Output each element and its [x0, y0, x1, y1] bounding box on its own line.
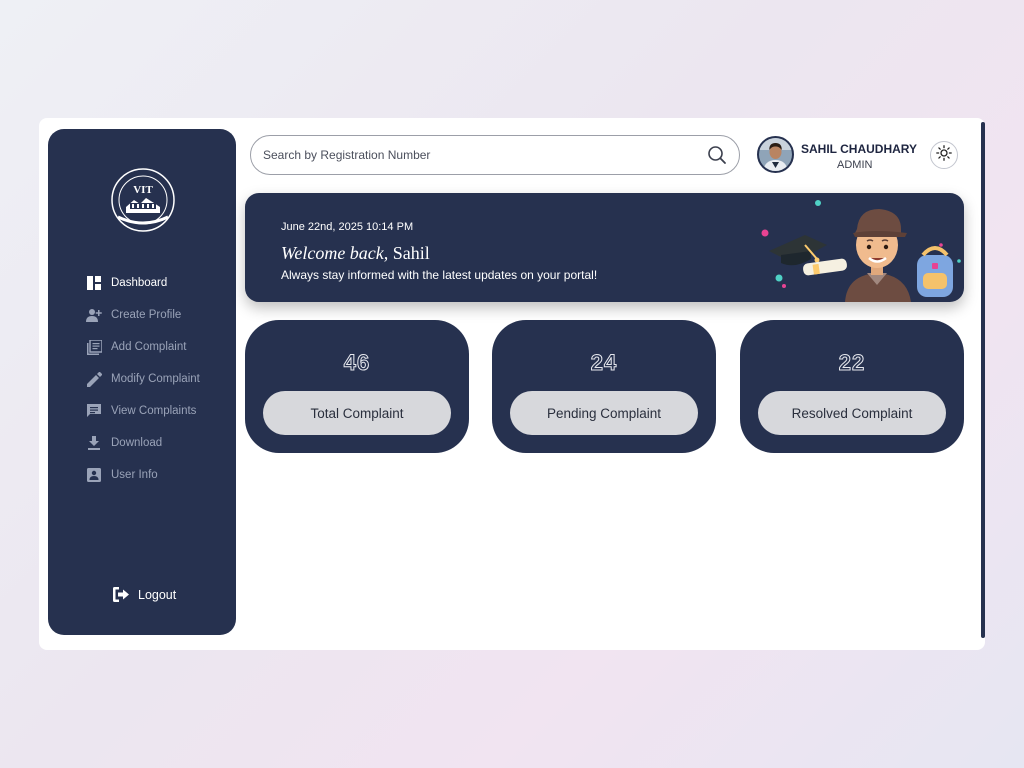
banner-subtitle: Always stay informed with the latest upd… [281, 268, 598, 282]
welcome-heading: Welcome back, Sahil [281, 243, 430, 264]
sidebar: VIT Dashboard Create Profile Add Complai… [48, 129, 236, 635]
message-icon [86, 403, 102, 419]
logout-icon [113, 587, 131, 603]
sidebar-item-label: Add Complaint [111, 341, 187, 353]
library-add-icon [86, 339, 102, 355]
welcome-prefix: Welcome back, [281, 243, 389, 263]
add-person-icon [86, 307, 102, 323]
sidebar-item-label: User Info [111, 469, 158, 481]
logo-text: VIT [133, 184, 153, 196]
user-name: SAHIL CHAUDHARY [801, 142, 918, 156]
scrollbar[interactable] [981, 122, 985, 638]
avatar[interactable] [757, 136, 794, 173]
sidebar-item-label: Download [111, 437, 163, 449]
pencil-icon [86, 371, 102, 387]
sidebar-item-label: Create Profile [111, 309, 182, 321]
search-icon[interactable] [707, 145, 727, 165]
stat-value: 22 [838, 350, 866, 376]
banner-date: June 22nd, 2025 10:14 PM [281, 221, 414, 233]
sidebar-item-dashboard[interactable]: Dashboard [86, 267, 236, 299]
search-input[interactable] [263, 148, 707, 162]
dashboard-icon [86, 275, 102, 291]
sidebar-item-create-profile[interactable]: Create Profile [86, 299, 236, 331]
sidebar-item-modify-complaint[interactable]: Modify Complaint [86, 363, 236, 395]
sidebar-item-label: Modify Complaint [111, 373, 200, 385]
welcome-name: Sahil [392, 243, 430, 263]
stat-card-pending: 24 Pending Complaint [492, 320, 716, 453]
logout-button[interactable]: Logout [113, 587, 176, 603]
logout-label: Logout [138, 588, 177, 602]
resolved-complaint-button[interactable]: Resolved Complaint [758, 391, 946, 435]
vit-logo: VIT [110, 167, 176, 233]
sidebar-nav: Dashboard Create Profile Add Complaint M… [86, 267, 236, 491]
sun-icon [936, 144, 952, 166]
pending-complaint-button[interactable]: Pending Complaint [510, 391, 698, 435]
sidebar-item-user-info[interactable]: User Info [86, 459, 236, 491]
stat-card-total: 46 Total Complaint [245, 320, 469, 453]
search-bar [250, 135, 740, 175]
stat-value: 24 [590, 350, 618, 376]
sidebar-item-download[interactable]: Download [86, 427, 236, 459]
sidebar-item-label: View Complaints [111, 405, 197, 417]
sidebar-item-label: Dashboard [111, 277, 168, 289]
theme-toggle-button[interactable] [930, 141, 958, 169]
stat-card-resolved: 22 Resolved Complaint [740, 320, 964, 453]
welcome-banner: June 22nd, 2025 10:14 PM Welcome back, S… [245, 193, 964, 302]
stat-value: 46 [343, 350, 371, 376]
sidebar-item-add-complaint[interactable]: Add Complaint [86, 331, 236, 363]
student-illustration [755, 193, 964, 302]
total-complaint-button[interactable]: Total Complaint [263, 391, 451, 435]
user-role: ADMIN [837, 159, 873, 171]
sidebar-item-view-complaints[interactable]: View Complaints [86, 395, 236, 427]
app-window: VIT Dashboard Create Profile Add Complai… [39, 118, 985, 650]
download-icon [86, 435, 102, 451]
contact-icon [86, 467, 102, 483]
